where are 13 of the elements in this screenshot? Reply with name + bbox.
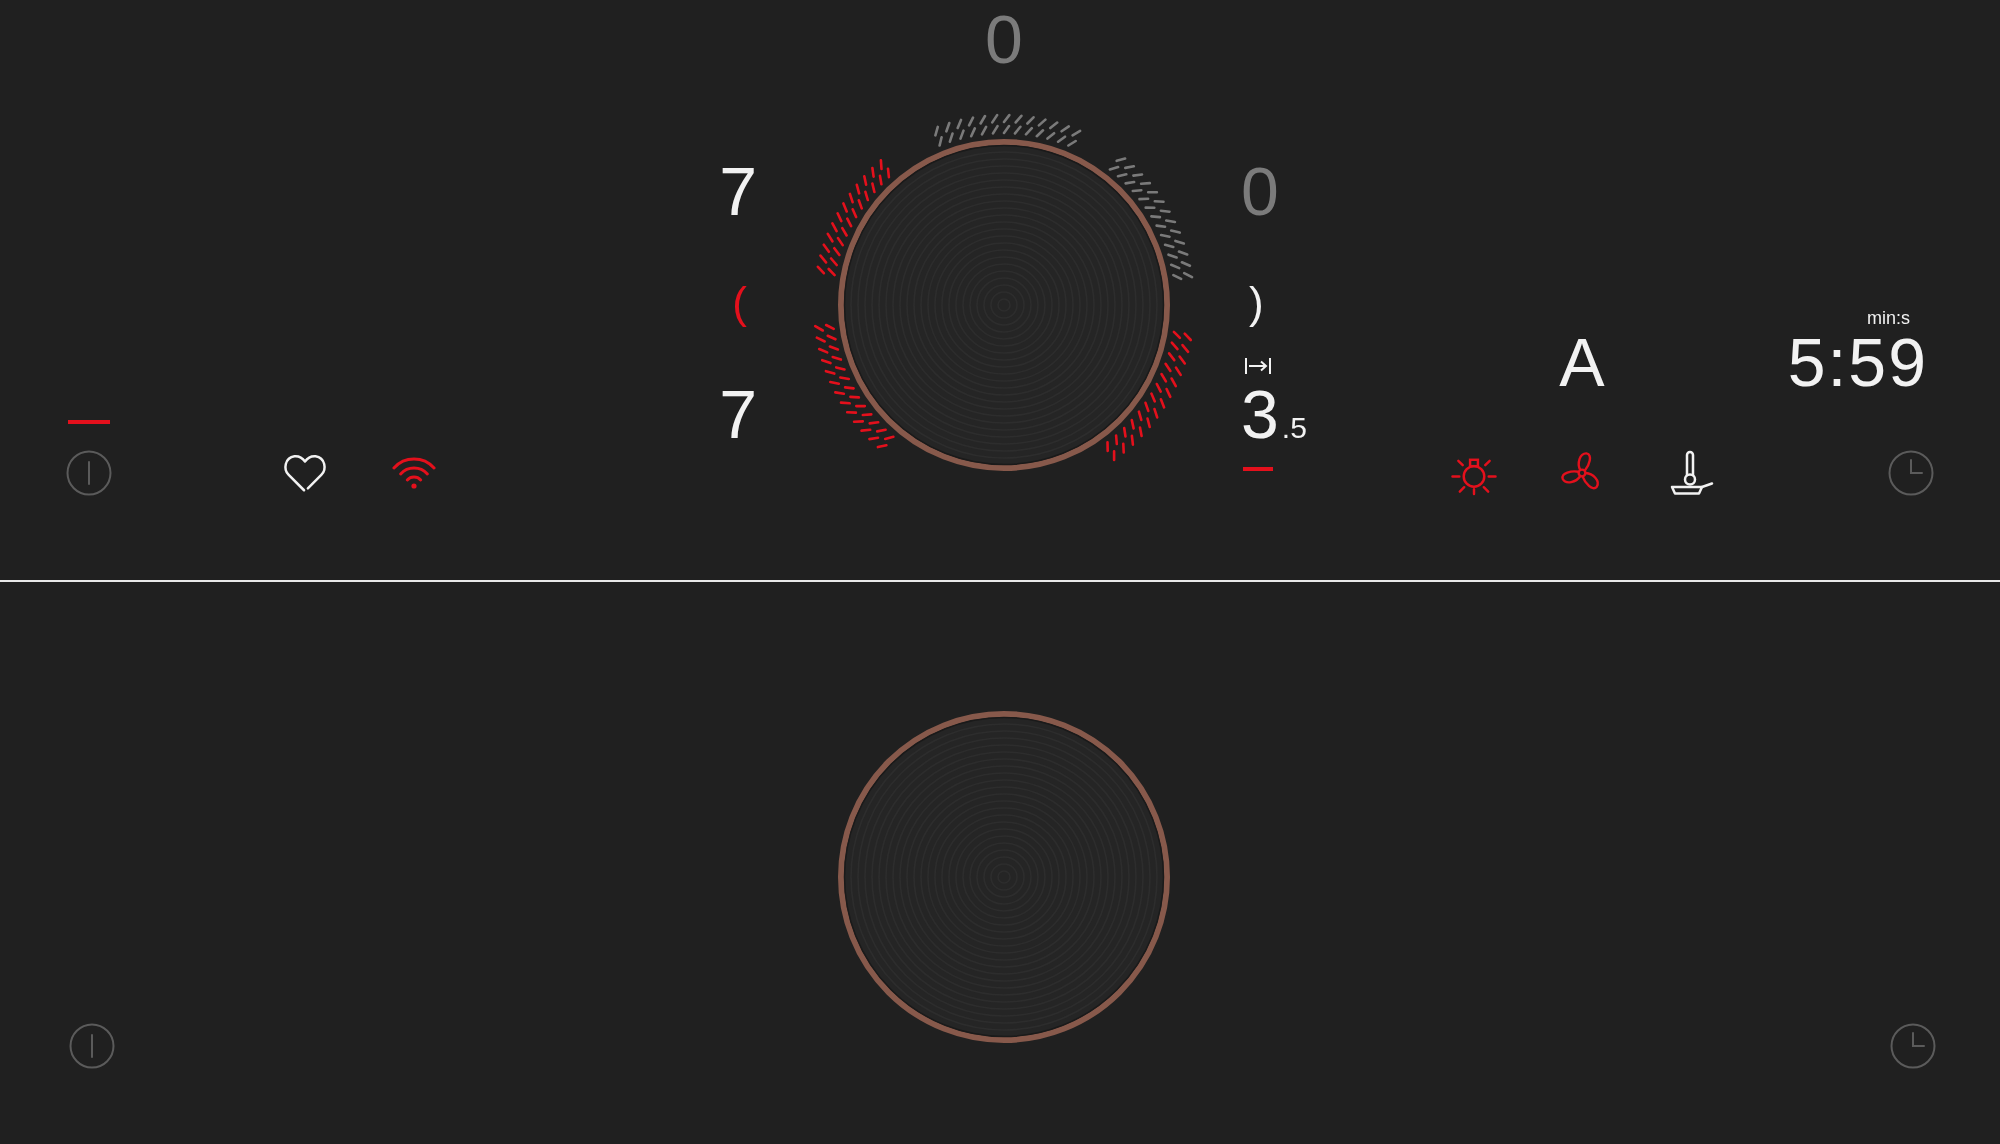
timer-unit-label: min:s bbox=[1867, 308, 1910, 328]
mode-readout: A bbox=[1559, 328, 1605, 396]
arrow-to-bar-icon bbox=[1244, 357, 1272, 375]
timer-clock-icon[interactable] bbox=[1890, 1023, 1936, 1069]
timer-clock-icon[interactable] bbox=[1888, 450, 1934, 496]
timer-readout: 5:59 bbox=[1787, 328, 1928, 396]
power-icon[interactable] bbox=[69, 1023, 115, 1069]
power-icon[interactable] bbox=[66, 450, 112, 496]
control-knob[interactable] bbox=[838, 139, 1170, 471]
zone-bracket: ) bbox=[1249, 281, 1264, 325]
zone-bracket: ( bbox=[732, 281, 747, 325]
wifi-icon[interactable] bbox=[392, 457, 436, 489]
control-knob[interactable] bbox=[838, 711, 1170, 1043]
